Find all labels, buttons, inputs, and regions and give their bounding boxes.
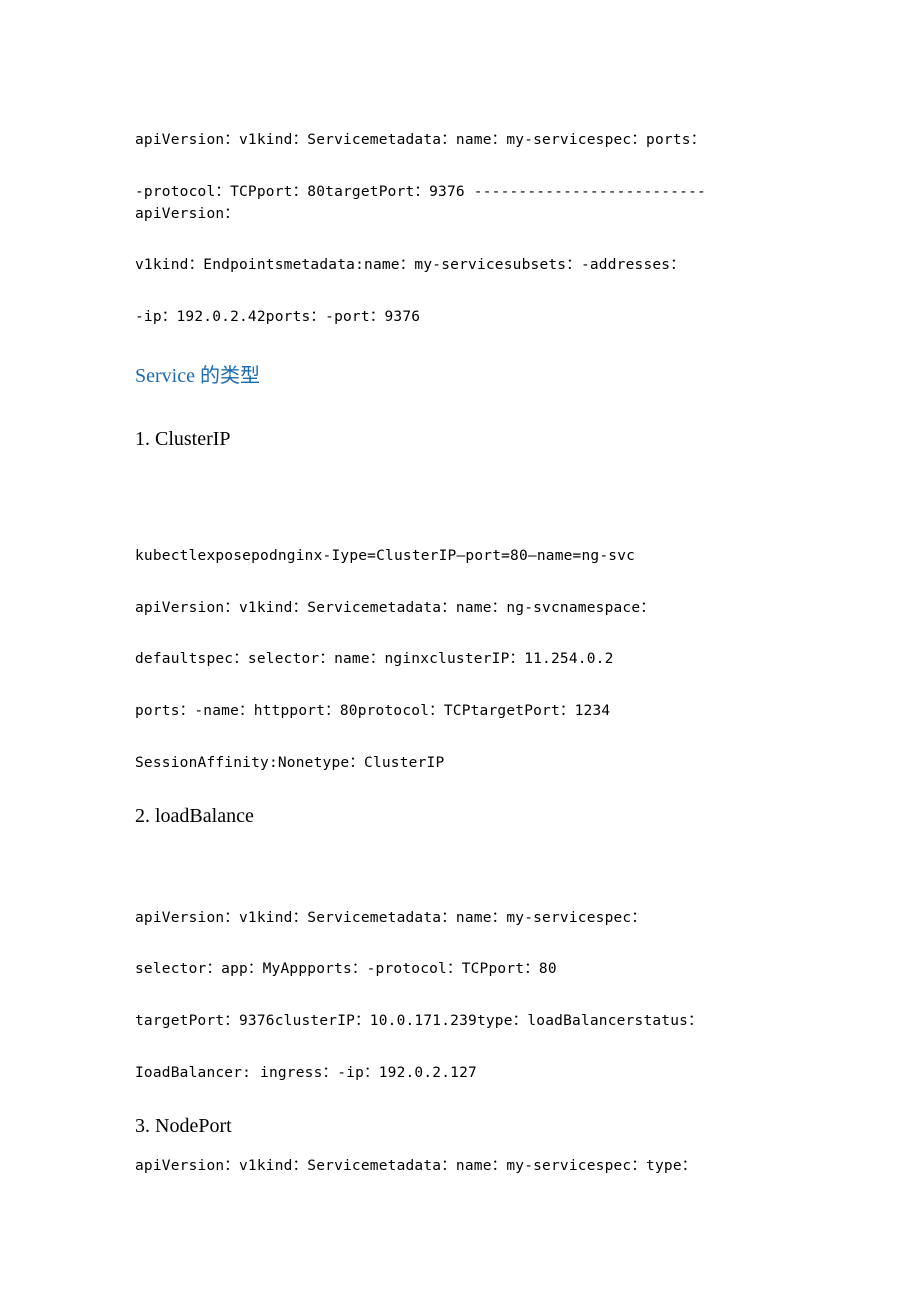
heading-clusterip: 1. ClusterIP [135, 428, 785, 451]
code-line: kubectlexposepodnginx-Iype=ClusterIP—por… [135, 546, 785, 568]
code-line: selector：app：MyAppports：-protocol：TCPpor… [135, 959, 785, 981]
code-line: targetPort：9376clusterIP：10.0.171.239typ… [135, 1011, 785, 1033]
heading-nodeport: 3. NodePort [135, 1115, 785, 1138]
code-line: ports：-name：httpport：80protocol：TCPtarge… [135, 701, 785, 723]
code-line: IoadBalancer: ingress：-ip：192.0.2.127 [135, 1063, 785, 1085]
code-line: -protocol：TCPport：80targetPort：9376 ----… [135, 182, 785, 226]
code-line: -ip：192.0.2.42ports：-port：9376 [135, 307, 785, 329]
code-line: SessionAffinity:Nonetype：ClusterIP [135, 753, 785, 775]
code-line: apiVersion：v1kind：Servicemetadata：name：n… [135, 598, 785, 620]
code-line: v1kind：Endpointsmetadata:name：my-service… [135, 255, 785, 277]
heading-loadbalance: 2. loadBalance [135, 805, 785, 828]
document-page: apiVersion：v1kind：Servicemetadata：name：m… [0, 0, 920, 1301]
code-line: defaultspec：selector：name：nginxclusterIP… [135, 649, 785, 671]
code-line: apiVersion：v1kind：Servicemetadata：name：m… [135, 1156, 785, 1178]
section-heading-service-types: Service 的类型 [135, 359, 785, 388]
code-line: apiVersion：v1kind：Servicemetadata：name：m… [135, 908, 785, 930]
code-line: apiVersion：v1kind：Servicemetadata：name：m… [135, 130, 785, 152]
